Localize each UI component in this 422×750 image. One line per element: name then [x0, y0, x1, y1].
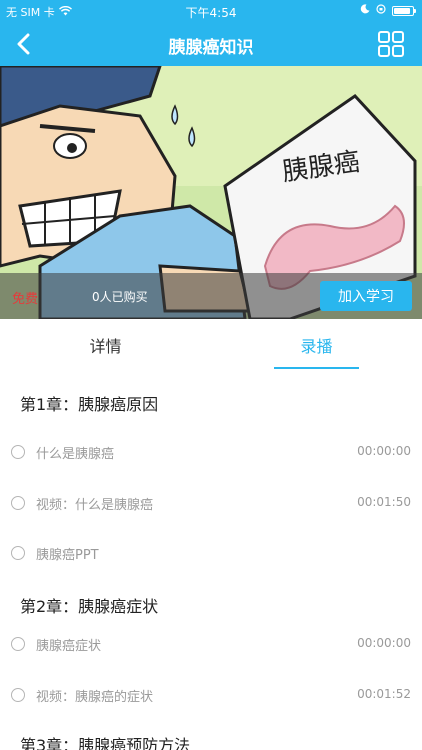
radio-icon: [11, 637, 25, 651]
lesson-item[interactable]: 视频：什么是胰腺癌 00:01:50: [0, 488, 422, 518]
battery-icon: [392, 5, 416, 16]
active-tab-indicator: [274, 367, 359, 369]
status-right: [360, 4, 416, 17]
page-title: 胰腺癌知识: [168, 38, 254, 58]
menu-button[interactable]: [376, 29, 406, 59]
chapter-title: 第1章：胰腺癌原因: [20, 395, 159, 414]
orientation-lock-icon: [376, 4, 386, 17]
lesson-item[interactable]: 胰腺癌PPT: [0, 538, 422, 568]
tab-details[interactable]: 详情: [0, 319, 211, 371]
join-study-button[interactable]: 加入学习: [320, 281, 412, 311]
lesson-label: 什么是胰腺癌: [36, 447, 115, 462]
price-label: 免费: [12, 292, 39, 307]
radio-icon: [11, 496, 25, 510]
course-banner: 胰腺癌 免费 0人已购买 加入学习: [0, 66, 422, 319]
lesson-duration: 00:01:50: [357, 495, 411, 509]
purchase-count: 0人已购买: [92, 290, 148, 304]
lesson-item[interactable]: 胰腺癌症状 00:00:00: [0, 629, 422, 659]
radio-icon: [11, 688, 25, 702]
tab-recorded[interactable]: 录播: [211, 319, 422, 371]
status-bar: 无 SIM 卡 下午4:54: [0, 0, 422, 22]
lesson-duration: 00:00:00: [357, 444, 411, 458]
chevron-left-icon: [17, 33, 30, 55]
moon-icon: [360, 4, 370, 17]
tab-details-label: 详情: [89, 337, 122, 356]
lesson-duration: 00:01:52: [357, 687, 411, 701]
lesson-item[interactable]: 什么是胰腺癌 00:00:00: [0, 437, 422, 467]
tab-bar: 详情 录播: [0, 319, 422, 371]
lesson-label: 视频：什么是胰腺癌: [36, 498, 154, 513]
grid-icon: [378, 31, 404, 57]
status-time: 下午4:54: [185, 6, 237, 20]
lesson-item[interactable]: 视频：胰腺癌的症状 00:01:52: [0, 680, 422, 710]
lesson-duration: 00:00:00: [357, 636, 411, 650]
lesson-label: 胰腺癌PPT: [36, 548, 99, 563]
back-button[interactable]: [8, 28, 40, 60]
chapter-title: 第2章：胰腺癌症状: [20, 597, 159, 616]
nav-bar: 胰腺癌知识: [0, 22, 422, 66]
chapter-title: 第3章：胰腺癌预防方法: [20, 736, 191, 750]
tab-recorded-label: 录播: [300, 337, 333, 356]
lesson-label: 胰腺癌症状: [36, 639, 102, 654]
lesson-label: 视频：胰腺癌的症状: [36, 690, 154, 705]
radio-icon: [11, 546, 25, 560]
banner-overlay: 免费 0人已购买 加入学习: [0, 273, 422, 319]
radio-icon: [11, 445, 25, 459]
